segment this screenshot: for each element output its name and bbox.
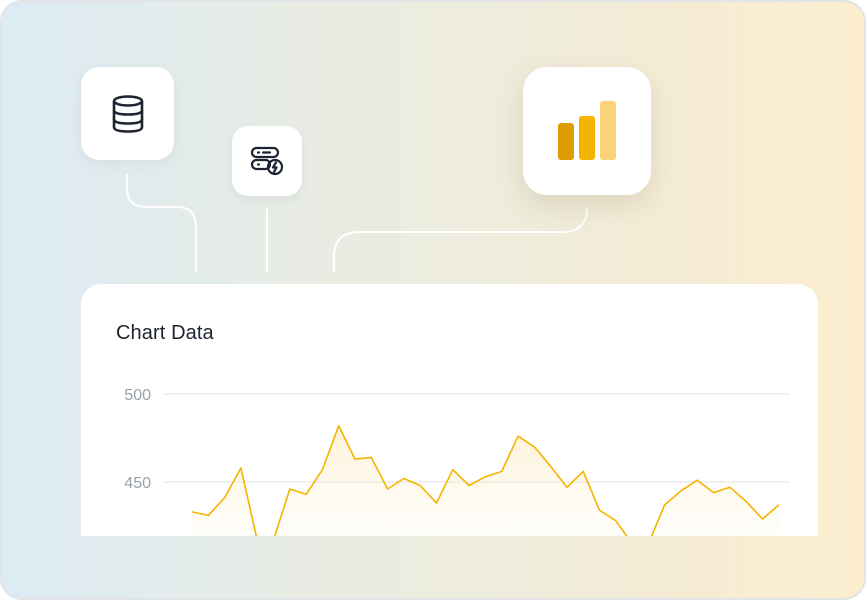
data-point-3 [239,466,243,470]
server-bolt-icon [250,146,284,176]
bar-chart-icon-bar-1 [558,123,574,160]
data-point-7 [304,492,308,496]
data-point-31 [695,478,699,482]
data-point-10 [353,457,357,461]
data-point-36 [777,503,781,507]
data-point-8 [320,468,324,472]
data-point-11 [369,455,373,459]
y-tick-label-500: 500 [124,387,151,404]
data-point-17 [467,484,471,488]
database-tile[interactable] [81,67,174,160]
data-point-12 [386,487,390,491]
data-point-22 [549,464,553,468]
data-point-18 [483,475,487,479]
data-point-25 [598,508,602,512]
data-point-20 [516,434,520,438]
data-point-34 [744,499,748,503]
line-chart: 500 450 [124,387,790,536]
data-point-35 [761,517,765,521]
data-point-21 [532,445,536,449]
server-tile[interactable] [232,126,302,196]
data-point-0 [190,510,194,514]
database-icon [112,94,143,133]
data-point-33 [728,485,732,489]
bar-chart-icon-bar-3 [600,101,616,160]
analytics-tile[interactable] [523,67,651,195]
data-point-24 [581,469,585,473]
data-point-9 [337,424,341,428]
data-point-2 [223,496,227,500]
data-point-30 [679,489,683,493]
chart-card: Chart Data 500 450 [81,284,818,536]
data-point-6 [288,487,292,491]
connector-database [126,174,197,272]
data-point-13 [402,477,406,481]
data-point-19 [500,469,504,473]
data-point-23 [565,485,569,489]
data-point-1 [206,513,210,517]
bar-chart-icon-bar-2 [579,116,595,160]
bar-chart-icon [558,101,616,160]
connector-analytics [333,207,588,272]
app-frame: Chart Data 500 450 [0,0,866,600]
y-tick-label-450: 450 [124,475,151,492]
data-point-26 [614,519,618,523]
data-point-15 [435,501,439,505]
data-point-14 [418,484,422,488]
data-point-29 [663,503,667,507]
data-point-16 [451,468,455,472]
data-point-32 [712,491,716,495]
